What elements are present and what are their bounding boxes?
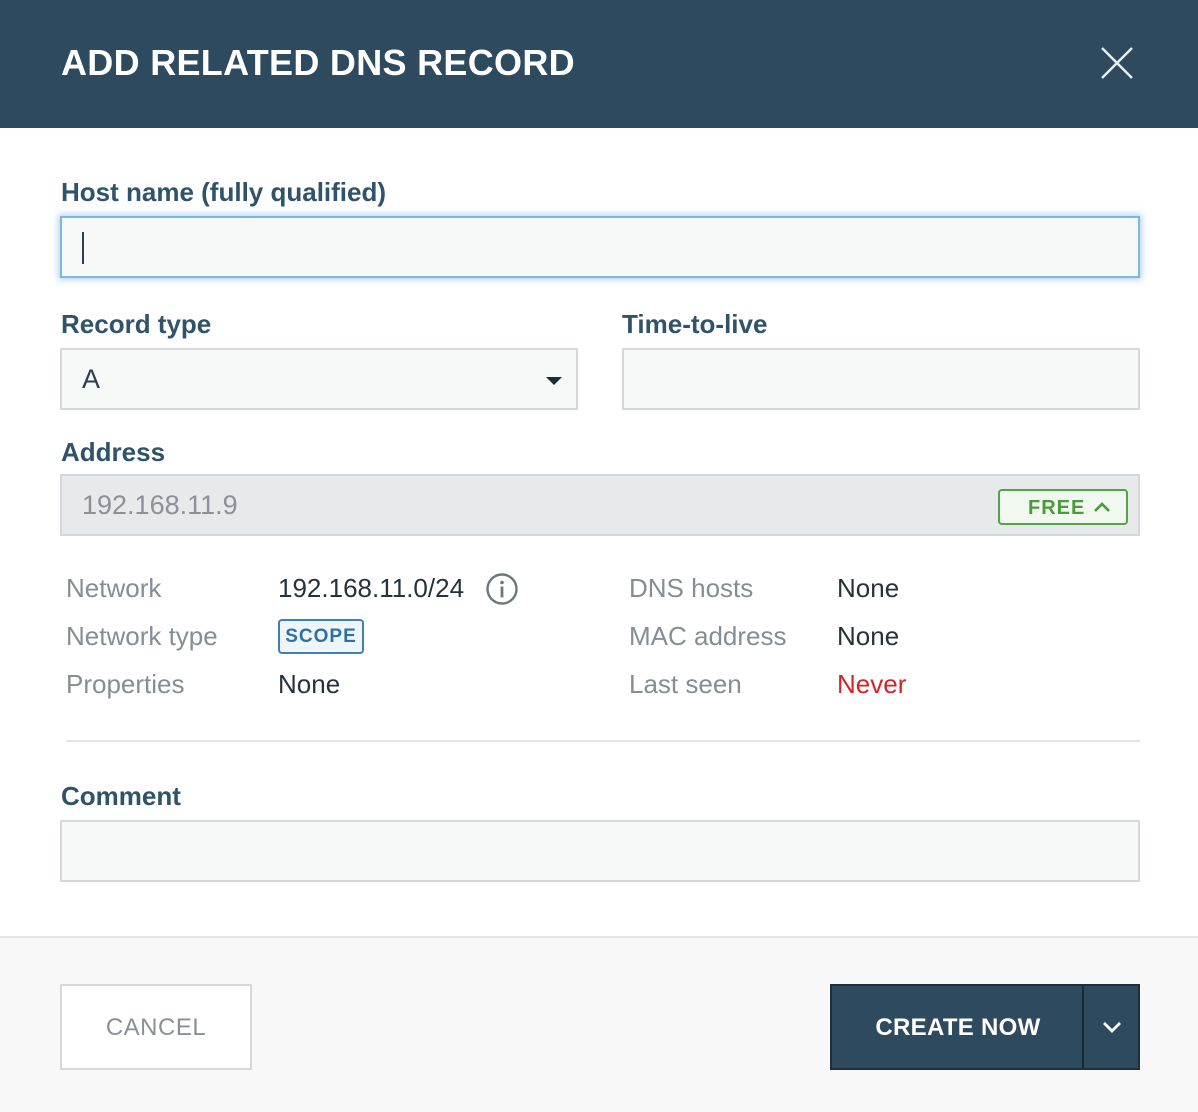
create-now-button[interactable]: CREATE NOW bbox=[830, 984, 1084, 1070]
button-separator bbox=[1082, 986, 1084, 1068]
comment-label: Comment bbox=[61, 781, 181, 811]
dns-hosts-label: DNS hosts bbox=[629, 573, 754, 603]
record-type-label: Record type bbox=[61, 309, 212, 339]
network-value: 192.168.11.0/24 bbox=[278, 573, 465, 603]
host-name-label: Host name (fully qualified) bbox=[61, 177, 387, 207]
dns-hosts-value: None bbox=[837, 573, 900, 603]
network-label: Network bbox=[66, 573, 162, 603]
ttl-label: Time-to-live bbox=[622, 309, 768, 339]
dialog-header: ADD RELATED DNS RECORD bbox=[0, 0, 1198, 128]
dialog-footer: CANCEL CREATE NOW bbox=[0, 936, 1198, 1112]
record-type-value: A bbox=[82, 364, 101, 394]
mac-address-label: MAC address bbox=[629, 621, 787, 651]
record-type-select[interactable]: A bbox=[60, 348, 578, 410]
address-field: 192.168.11.9 FREE bbox=[60, 474, 1140, 536]
chevron-down-icon bbox=[1103, 1022, 1121, 1033]
scope-badge-label: SCOPE bbox=[285, 626, 357, 647]
caret-down-icon bbox=[546, 377, 562, 385]
scope-badge: SCOPE bbox=[278, 619, 364, 654]
text-caret bbox=[82, 232, 84, 264]
free-status-toggle[interactable]: FREE bbox=[998, 489, 1128, 525]
network-type-label: Network type bbox=[66, 621, 218, 651]
free-status-label: FREE bbox=[1028, 497, 1086, 519]
add-dns-record-dialog: ADD RELATED DNS RECORD Host name (fully … bbox=[0, 0, 1198, 1112]
properties-label: Properties bbox=[66, 669, 185, 699]
cancel-button[interactable]: CANCEL bbox=[60, 984, 252, 1070]
close-icon[interactable] bbox=[1097, 43, 1137, 83]
last-seen-label: Last seen bbox=[629, 669, 742, 699]
mac-address-value: None bbox=[837, 621, 900, 651]
address-label: Address bbox=[61, 437, 166, 467]
properties-value: None bbox=[278, 669, 341, 699]
ttl-input[interactable] bbox=[622, 348, 1140, 410]
create-options-toggle[interactable] bbox=[1082, 984, 1140, 1070]
dialog-title: ADD RELATED DNS RECORD bbox=[61, 42, 575, 83]
comment-input[interactable] bbox=[60, 820, 1140, 882]
info-icon[interactable] bbox=[485, 572, 519, 606]
create-now-button-label: CREATE NOW bbox=[875, 1014, 1041, 1041]
cancel-button-label: CANCEL bbox=[105, 1014, 207, 1041]
section-divider bbox=[66, 740, 1140, 742]
address-value: 192.168.11.9 bbox=[82, 490, 238, 520]
host-name-input[interactable] bbox=[60, 216, 1140, 278]
chevron-up-icon bbox=[1094, 502, 1110, 512]
last-seen-value: Never bbox=[837, 669, 907, 699]
